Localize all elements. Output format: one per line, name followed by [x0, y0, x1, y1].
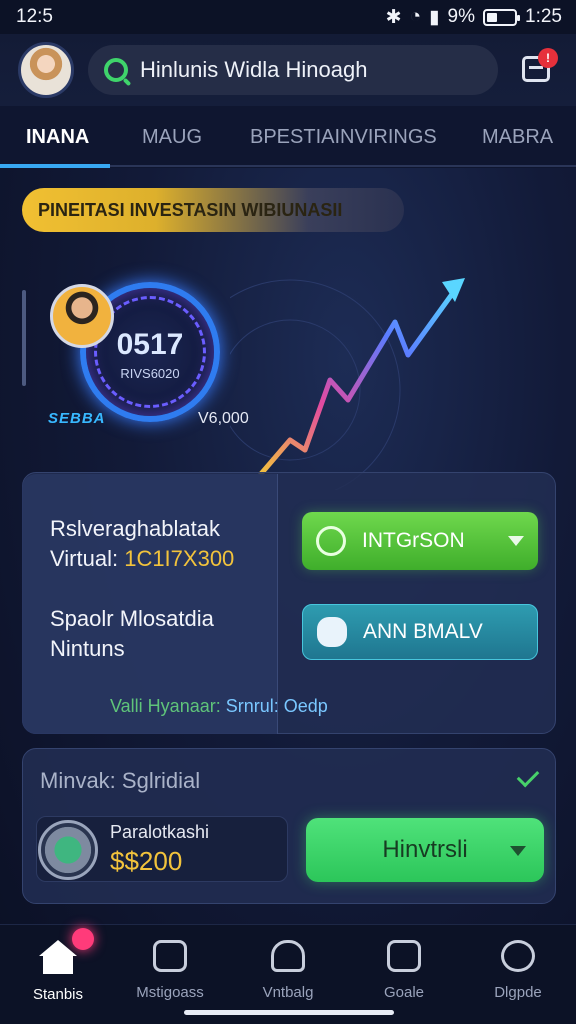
bluetooth-icon: ✱: [385, 6, 402, 28]
battery-icon: [483, 8, 521, 26]
search-bar[interactable]: Hinlunis Widla Hinoagh: [88, 45, 498, 95]
promo-banner[interactable]: PINEITASI INVESTASIN WIBIUNASII: [22, 188, 404, 232]
notification-badge: !: [538, 48, 558, 68]
nav-alerts-label: Vntbalg: [262, 984, 314, 1001]
user-avatar[interactable]: [18, 42, 74, 98]
tab-maug[interactable]: MAUG: [142, 126, 202, 149]
hero-amount: V6,000: [198, 410, 249, 427]
invest-button-label: Hinvtrsli: [382, 836, 468, 863]
analyze-button-label: ANN BMALV: [363, 620, 483, 643]
nav-wallet-label: Mstigoass: [136, 984, 204, 1001]
status-clock: 1:25: [525, 6, 562, 27]
notification-button[interactable]: !: [520, 48, 558, 86]
chart-ring: [230, 279, 401, 490]
invest-button[interactable]: Hinvtrsli: [306, 818, 544, 882]
signal-icon: ▮: [429, 6, 440, 28]
tab-inana[interactable]: INANA: [26, 126, 89, 149]
home-indicator[interactable]: [184, 1010, 394, 1015]
virtual-balance-row: Virtual: 1C1I7X300: [50, 546, 234, 572]
card-subheading-2: Nintuns: [50, 636, 125, 661]
tab-bpestiainvirings[interactable]: BPESTIAINVIRINGS: [250, 126, 437, 149]
search-text[interactable]: Hinlunis Widla Hinoagh: [140, 57, 367, 83]
status-bar: 12:5 ✱ ◔ ▮ 9% 1:25: [0, 0, 576, 34]
hero-brand: SEBBA: [48, 410, 106, 427]
nav-goals-label: Goale: [383, 984, 425, 1001]
robot-icon: [317, 617, 347, 647]
deposit-card-title: Minvak: Sglridial: [40, 768, 201, 793]
dial-subtext: RIVS6020: [120, 366, 180, 381]
card-heading: Rslveraghablatak: [50, 516, 220, 541]
card-footer: Valli Hyanaar: Srnrul: Oedp: [110, 696, 328, 717]
bell-icon: [271, 940, 305, 972]
coin-amount: $$200: [110, 846, 183, 876]
tab-bar: INANA MAUG BPESTIAINVIRINGS MABRA: [0, 106, 576, 168]
chevron-down-icon: [508, 536, 524, 546]
wifi-icon: ◔: [409, 6, 422, 27]
virtual-value: 1C1I7X300: [124, 546, 235, 571]
virtual-label: Virtual:: [50, 546, 119, 571]
integrate-button[interactable]: INTGrSON: [302, 512, 538, 570]
status-time: 12:5: [16, 6, 53, 27]
advisor-avatar[interactable]: [50, 284, 114, 348]
nav-alerts[interactable]: Vntbalg: [238, 940, 338, 1001]
footer-value: Srnrul: Oedp: [225, 696, 328, 716]
coin-label: Paralotkashi: [110, 822, 210, 842]
hero-scroll-indicator: [22, 290, 26, 386]
coin-icon: [38, 820, 98, 880]
app-header: Hinlunis Widla Hinoagh !: [0, 34, 576, 106]
integrate-button-label: INTGrSON: [362, 529, 465, 552]
investment-card-panel: [22, 474, 278, 734]
battery-percent: 9%: [447, 6, 476, 27]
arrow-head-icon: [442, 278, 465, 302]
nav-home[interactable]: Stanbis: [8, 940, 108, 1003]
active-tab-indicator: [0, 164, 110, 168]
nav-wallet[interactable]: Mstigoass: [120, 940, 220, 1001]
footer-label: Valli Hyanaar:: [110, 696, 221, 716]
chat-icon: [316, 526, 346, 556]
growth-chart: [230, 278, 465, 490]
analyze-button[interactable]: ANN BMALV: [302, 604, 538, 660]
tab-divider: [110, 165, 576, 167]
goal-icon: [387, 940, 421, 972]
search-icon: [104, 58, 128, 82]
nav-profile-label: Dlgpde: [494, 984, 542, 1001]
promo-text: PINEITASI INVESTASIN WIBIUNASII: [38, 199, 343, 220]
status-indicators: ✱ ◔ ▮ 9% 1:25: [386, 6, 562, 29]
profile-icon: [501, 940, 535, 972]
nav-profile[interactable]: Dlgpde: [468, 940, 568, 1001]
home-icon: [8, 940, 108, 974]
wallet-icon: [153, 940, 187, 972]
chevron-down-icon: [510, 846, 526, 856]
nav-goals[interactable]: Goale: [354, 940, 454, 1001]
tab-mabra[interactable]: MABRA: [482, 126, 553, 149]
nav-home-label: Stanbis: [32, 986, 84, 1003]
trend-line: [258, 288, 458, 477]
card-subheading: Spaolr Mlosatdia: [50, 606, 214, 631]
